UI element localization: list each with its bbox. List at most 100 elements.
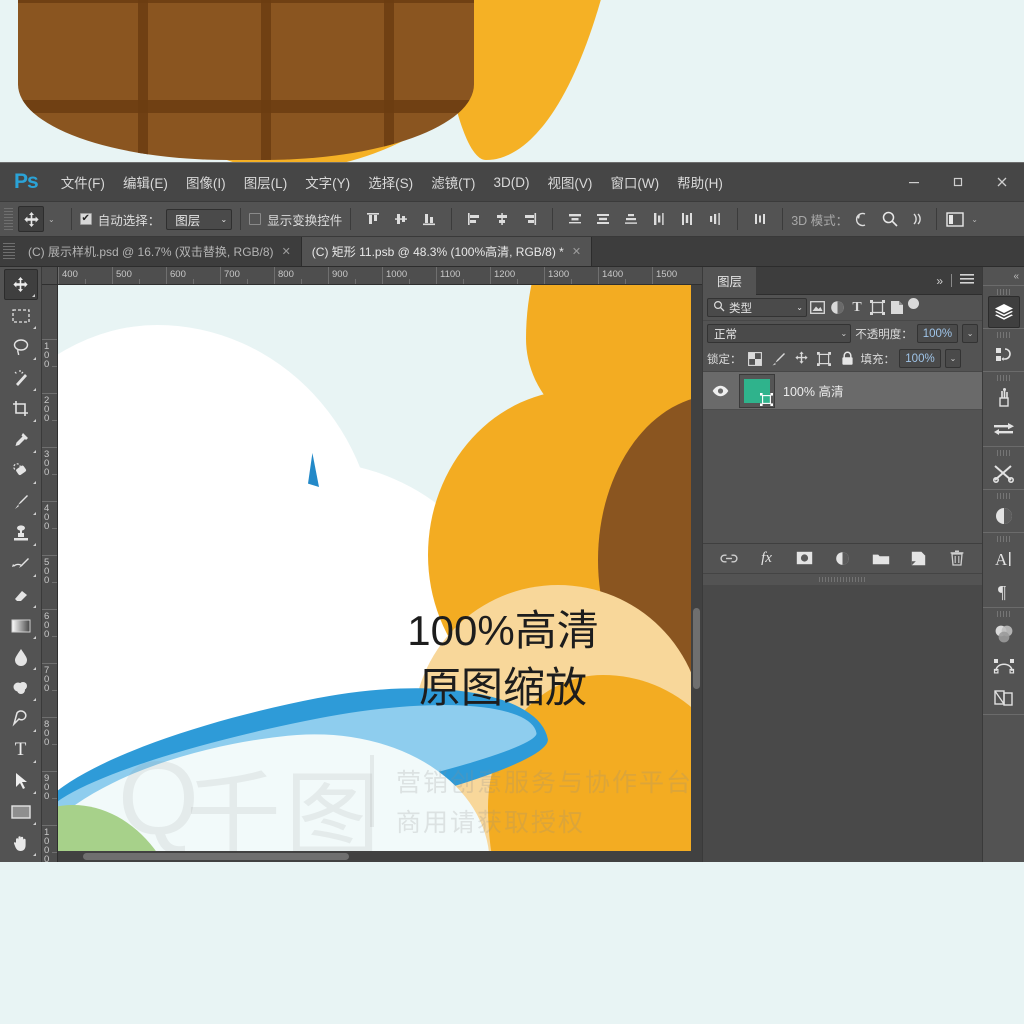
align-left-edges-icon[interactable] [462,207,486,231]
orbit-3d-icon[interactable] [850,207,874,231]
blur-tool[interactable] [4,641,38,672]
filter-smart-object-icon[interactable] [887,298,907,318]
scrollbar-thumb[interactable] [83,853,350,860]
opacity-stepper[interactable]: ⌄ [962,324,978,343]
new-adjustment-layer-icon[interactable] [833,548,853,568]
filter-type-icon[interactable]: T [847,298,867,318]
minimize-button[interactable] [892,163,936,201]
link-layers-icon[interactable] [719,548,739,568]
menu-edit[interactable]: 编辑(E) [114,167,177,197]
eyedropper-tool[interactable] [4,424,38,455]
zoom-tool[interactable] [4,858,38,862]
auto-select-checkbox[interactable]: ✔ [79,213,92,225]
scrollbar-thumb[interactable] [693,608,700,689]
magic-wand-tool[interactable] [4,362,38,393]
menu-view[interactable]: 视图(V) [538,167,601,197]
filter-adjustment-icon[interactable] [827,298,847,318]
eye-icon[interactable] [709,385,731,397]
zoom-3d-icon[interactable] [878,207,902,231]
eraser-tool[interactable] [4,579,38,610]
filter-pixel-icon[interactable] [807,298,827,318]
menu-layer[interactable]: 图层(L) [235,167,297,197]
tool-preset-chevron-icon[interactable]: ⌄ [48,215,55,224]
channels-panel-icon[interactable] [988,682,1020,714]
menu-image[interactable]: 图像(I) [177,167,235,197]
character-panel-icon[interactable]: A [988,543,1020,575]
path-selection-tool[interactable] [4,765,38,796]
workspace-switcher-icon[interactable] [943,207,967,231]
gradient-tool[interactable] [4,610,38,641]
menu-3d[interactable]: 3D(D) [484,170,538,195]
vertical-ruler[interactable]: 100 200 300 400 500 600 700 800 900 1000 [42,285,58,862]
rail-grip[interactable] [996,493,1011,499]
doc-tab-rect11[interactable]: (C) 矩形 11.psb @ 48.3% (100%高清, RGB/8) * … [301,237,593,266]
align-bottom-edges-icon[interactable] [417,207,441,231]
rail-grip[interactable] [996,536,1011,542]
rail-grip[interactable] [996,375,1011,381]
distribute-right-edges-icon[interactable] [703,207,727,231]
layer-filter-kind-dropdown[interactable]: 类型 ⌄ [707,298,807,317]
align-top-edges-icon[interactable] [361,207,385,231]
paragraph-panel-icon[interactable]: ¶ [988,575,1020,607]
canvas-vertical-scrollbar[interactable] [691,285,702,862]
canvas-text-layer[interactable]: 100%高清 原图缩放 [358,603,648,716]
menu-window[interactable]: 窗口(W) [601,167,668,197]
new-group-icon[interactable] [871,548,891,568]
brush-tool[interactable] [4,486,38,517]
menu-file[interactable]: 文件(F) [52,167,114,197]
align-horizontal-centers-icon[interactable] [490,207,514,231]
chevron-double-right-icon[interactable]: » [936,274,943,288]
close-button[interactable] [980,163,1024,201]
lock-all-icon[interactable] [838,349,857,368]
rail-grip[interactable] [996,611,1011,617]
lock-position-icon[interactable] [792,349,811,368]
delete-layer-icon[interactable] [947,548,967,568]
blend-mode-dropdown[interactable]: 正常 ⌄ [707,324,852,343]
opacity-input[interactable]: 100% [916,324,959,343]
layers-panel-icon[interactable] [987,296,1020,328]
new-layer-icon[interactable] [909,548,929,568]
tabstrip-grip[interactable] [3,242,15,261]
close-icon[interactable]: ✕ [282,245,291,258]
distribute-horizontal-centers-icon[interactable] [675,207,699,231]
distribute-vertical-centers-icon[interactable] [591,207,615,231]
menu-help[interactable]: 帮助(H) [668,167,732,197]
options-bar-grip[interactable] [4,208,13,230]
pen-tool[interactable] [4,703,38,734]
panel-menu-icon[interactable] [960,273,974,288]
canvas[interactable]: 千图 Q 营销创意服务与协作平台 商用请获取授权 100%高清 原图缩放 [58,285,702,862]
close-icon[interactable]: ✕ [572,245,581,258]
layer-row[interactable]: 100% 高清 [703,372,982,410]
ruler-corner[interactable] [42,267,58,285]
fill-input[interactable]: 100% [899,349,941,368]
filter-enable-toggle[interactable] [907,297,920,318]
fill-stepper[interactable]: ⌄ [945,349,961,368]
move-tool-icon[interactable] [18,206,44,232]
history-panel-icon[interactable] [988,339,1020,371]
hand-tool[interactable] [4,827,38,858]
distribute-bottom-edges-icon[interactable] [619,207,643,231]
clone-stamp-tool[interactable] [4,517,38,548]
layer-name[interactable]: 100% 高清 [783,381,843,400]
layer-style-fx-icon[interactable]: fx [757,548,777,568]
maximize-button[interactable] [936,163,980,201]
canvas-horizontal-scrollbar[interactable] [58,851,691,862]
dodge-tool[interactable] [4,672,38,703]
distribute-spacing-icon[interactable] [748,207,772,231]
lock-image-pixels-icon[interactable] [769,349,788,368]
lock-transparent-pixels-icon[interactable] [746,349,765,368]
horizontal-type-tool[interactable]: T [4,734,38,765]
rail-grip[interactable] [996,289,1011,295]
show-transform-controls-checkbox[interactable] [249,213,262,225]
tab-layers[interactable]: 图层 [703,266,757,295]
crop-tool[interactable] [4,393,38,424]
horizontal-ruler[interactable]: 400 500 600 700 800 900 1000 1100 1200 1… [58,267,702,285]
brush-settings-panel-icon[interactable] [988,414,1020,446]
align-right-edges-icon[interactable] [518,207,542,231]
distribute-top-edges-icon[interactable] [563,207,587,231]
dock-resize-grip[interactable] [703,572,982,585]
pan-3d-icon[interactable] [906,207,930,231]
workspace-chevron-icon[interactable]: ⌄ [971,215,978,224]
align-vertical-centers-icon[interactable] [389,207,413,231]
menu-select[interactable]: 选择(S) [359,167,422,197]
